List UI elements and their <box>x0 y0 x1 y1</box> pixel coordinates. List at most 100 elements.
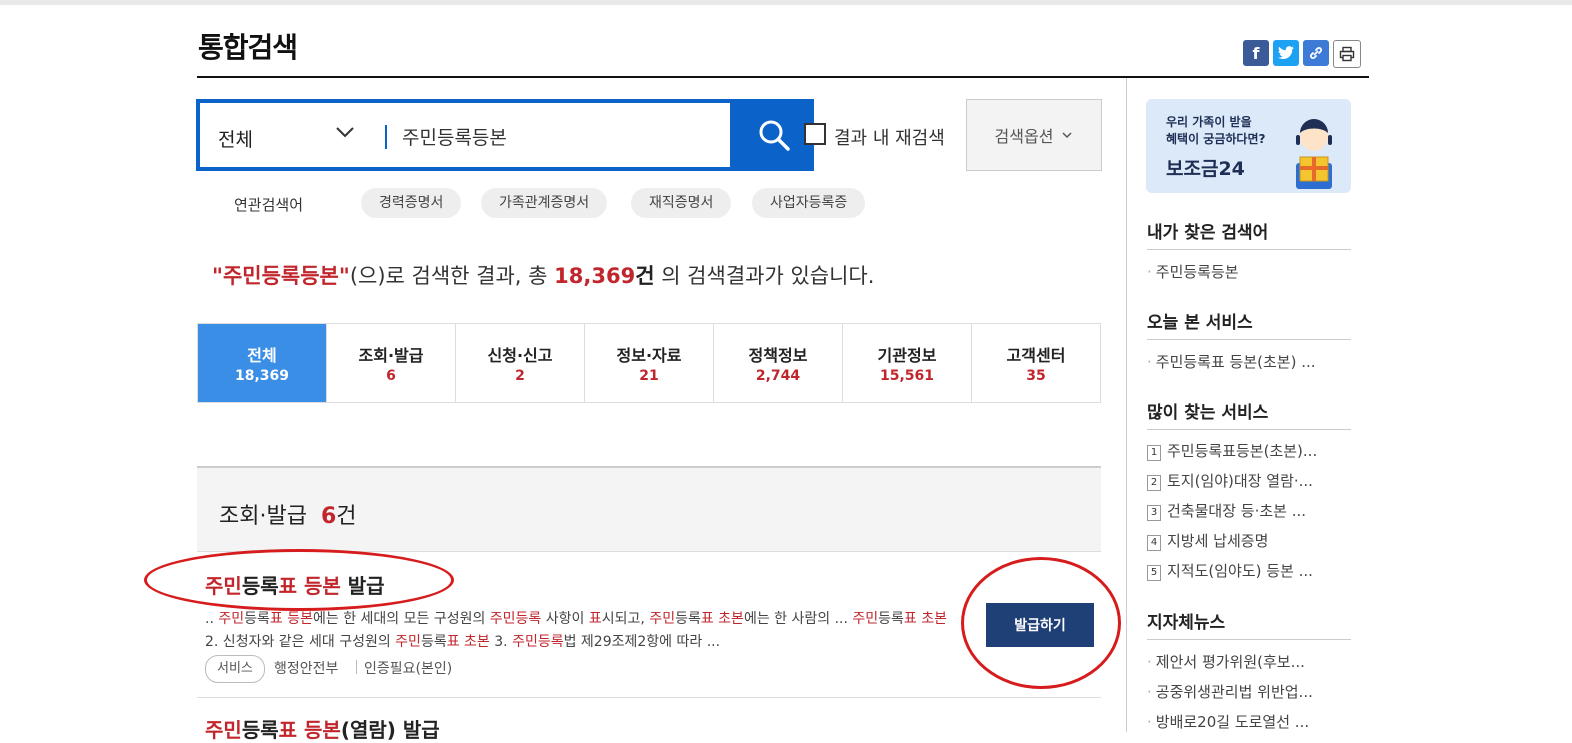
result-divider <box>197 697 1101 698</box>
tab-label: 전체 <box>247 346 277 365</box>
tab-count: 35 <box>1026 368 1046 384</box>
tab-customer-center[interactable]: 고객센터 35 <box>972 324 1100 402</box>
section-title-label: 조회·발급 <box>219 504 307 529</box>
title-segment: 등록 <box>241 718 279 742</box>
desc-segment: 표 등본 <box>269 611 313 627</box>
recheck-label[interactable]: 결과 내 재검색 <box>834 124 945 150</box>
popular-service-item[interactable]: 2 토지(임야)대장 열람·... <box>1147 470 1313 491</box>
desc-segment: 등록 <box>675 611 701 627</box>
result-summary: "주민등록등본"(으)로 검색한 결과, 총 18,369건 의 검색결과가 있… <box>212 260 874 290</box>
rank-badge: 5 <box>1147 565 1161 581</box>
news-label: 제안서 평가위원(후보... <box>1155 653 1305 671</box>
tab-label: 정보·자료 <box>616 346 682 365</box>
section-rule <box>1147 339 1351 340</box>
desc-segment: 표 초본 <box>903 611 947 627</box>
desc-segment: 표 <box>588 611 602 627</box>
related-keywords-label: 연관검색어 <box>234 196 304 214</box>
desc-segment: 주민 <box>395 634 421 650</box>
summary-query: "주민등록등본" <box>212 264 350 288</box>
title-divider <box>197 76 1369 78</box>
tab-label: 신청·신고 <box>487 346 553 365</box>
desc-segment: 주민 <box>218 611 245 627</box>
search-input-area: 전체 <box>200 103 730 167</box>
summary-text: (으)로 검색한 결과, 총 <box>349 264 555 288</box>
news-item[interactable]: · 제안서 평가위원(후보... <box>1147 651 1305 672</box>
news-item[interactable]: · 공중위생관리법 위반업... <box>1147 681 1313 702</box>
chevron-down-icon[interactable] <box>334 121 356 143</box>
desc-segment: 표 초본 <box>700 611 744 627</box>
tab-label: 기관정보 <box>877 346 937 365</box>
rank-badge: 2 <box>1147 475 1161 491</box>
category-select-value[interactable]: 전체 <box>218 125 253 152</box>
tab-policy[interactable]: 정책정보 2,744 <box>714 324 843 402</box>
tab-info-data[interactable]: 정보·자료 21 <box>585 324 714 402</box>
tab-count: 18,369 <box>234 368 290 384</box>
result-description: .. 주민등록표 등본에는 한 세대의 모든 구성원의 주민등록 사항이 표시되… <box>205 608 955 654</box>
tab-label: 고객센터 <box>1006 346 1066 365</box>
tab-agency[interactable]: 기관정보 15,561 <box>843 324 972 402</box>
summary-text-end: 의 검색결과가 있습니다. <box>654 264 875 288</box>
section-rule <box>1147 249 1351 250</box>
tab-count: 2,744 <box>755 368 801 384</box>
annotation-ellipse <box>961 557 1121 689</box>
section-unit: 건 <box>336 504 357 529</box>
popular-service-item[interactable]: 4 지방세 납세증명 <box>1147 530 1268 551</box>
related-chip[interactable]: 재직증명서 <box>631 188 732 218</box>
popular-service-label: 지방세 납세증명 <box>1167 532 1269 550</box>
link-copy-icon[interactable] <box>1303 40 1329 66</box>
result-type-tag: 서비스 <box>205 655 265 683</box>
desc-segment: 주민등록 <box>489 611 542 627</box>
search-options-label: 검색옵션 <box>994 127 1054 146</box>
banner-line1: 우리 가족이 받을 <box>1166 115 1252 129</box>
desc-segment: 등록 <box>878 611 904 627</box>
search-input[interactable] <box>402 125 712 147</box>
search-bar: 전체 <box>196 99 814 171</box>
today-viewed-item[interactable]: · 주민등록표 등본(초본) ... <box>1147 351 1316 372</box>
desc-segment: 표 초본 <box>446 634 490 650</box>
popular-service-item[interactable]: 3 건축물대장 등·초본 ... <box>1147 500 1306 521</box>
tab-count: 6 <box>386 368 396 384</box>
banner-title: 보조금24 <box>1166 158 1245 180</box>
result-title-link[interactable]: 주민등록표 등본(열람) 발급 <box>205 714 440 743</box>
tab-lookup-issue[interactable]: 조회·발급 6 <box>327 324 456 402</box>
title-segment: 표 <box>278 718 298 742</box>
related-chip[interactable]: 가족관계증명서 <box>481 188 608 218</box>
related-chip[interactable]: 사업자등록증 <box>752 188 866 218</box>
popular-service-item[interactable]: 1 주민등록표등본(초본)... <box>1147 440 1317 461</box>
search-icon <box>759 120 790 151</box>
related-chip[interactable]: 경력증명서 <box>361 188 462 218</box>
subsidy24-banner[interactable]: 우리 가족이 받을 혜택이 궁금하다면? 보조금24 <box>1146 99 1351 193</box>
meta-divider <box>356 660 357 674</box>
desc-segment: 3. <box>489 634 513 650</box>
rank-badge: 4 <box>1147 535 1161 551</box>
twitter-share-icon[interactable] <box>1273 40 1299 66</box>
popular-service-item[interactable]: 5 지적도(임야도) 등본 ... <box>1147 560 1313 581</box>
tab-apply-report[interactable]: 신청·신고 2 <box>456 324 585 402</box>
news-label: 방배로20길 도로열선 ... <box>1155 713 1310 731</box>
section-rule <box>1147 639 1351 640</box>
today-viewed-title: 오늘 본 서비스 <box>1147 313 1253 333</box>
today-viewed-label: 주민등록표 등본(초본) ... <box>1155 353 1316 371</box>
rank-badge: 1 <box>1147 445 1161 461</box>
desc-segment: 등록 <box>244 611 270 627</box>
print-icon[interactable] <box>1333 40 1361 68</box>
recheck-checkbox[interactable] <box>804 123 826 145</box>
my-search-item[interactable]: · 주민등록등본 <box>1147 261 1239 282</box>
desc-segment: 주민 <box>649 611 676 627</box>
facebook-share-icon[interactable]: f <box>1243 40 1269 66</box>
search-button[interactable] <box>734 99 814 171</box>
news-item[interactable]: · 방배로20길 도로열선 ... <box>1147 711 1309 732</box>
category-tabs: 전체 18,369 조회·발급 6 신청·신고 2 정보·자료 21 정책정보 2,744… <box>197 323 1101 403</box>
result-agency: 행정안전부 <box>274 661 339 677</box>
search-options-button[interactable]: 검색옵션 <box>966 99 1102 171</box>
tab-all[interactable]: 전체 18,369 <box>198 324 327 402</box>
annotation-ellipse <box>144 549 454 611</box>
desc-segment: 시되고, <box>601 611 650 627</box>
desc-segment: 에는 한 사람의 ... <box>743 611 853 627</box>
popular-service-label: 지적도(임야도) 등본 ... <box>1167 562 1313 580</box>
summary-count: 18,369 <box>554 264 636 288</box>
tab-label: 조회·발급 <box>358 346 424 365</box>
result-auth-requirement: 인증필요(본인) <box>364 661 453 677</box>
person-with-gift-icon <box>1296 119 1332 189</box>
popular-service-label: 건축물대장 등·초본 ... <box>1167 502 1307 520</box>
